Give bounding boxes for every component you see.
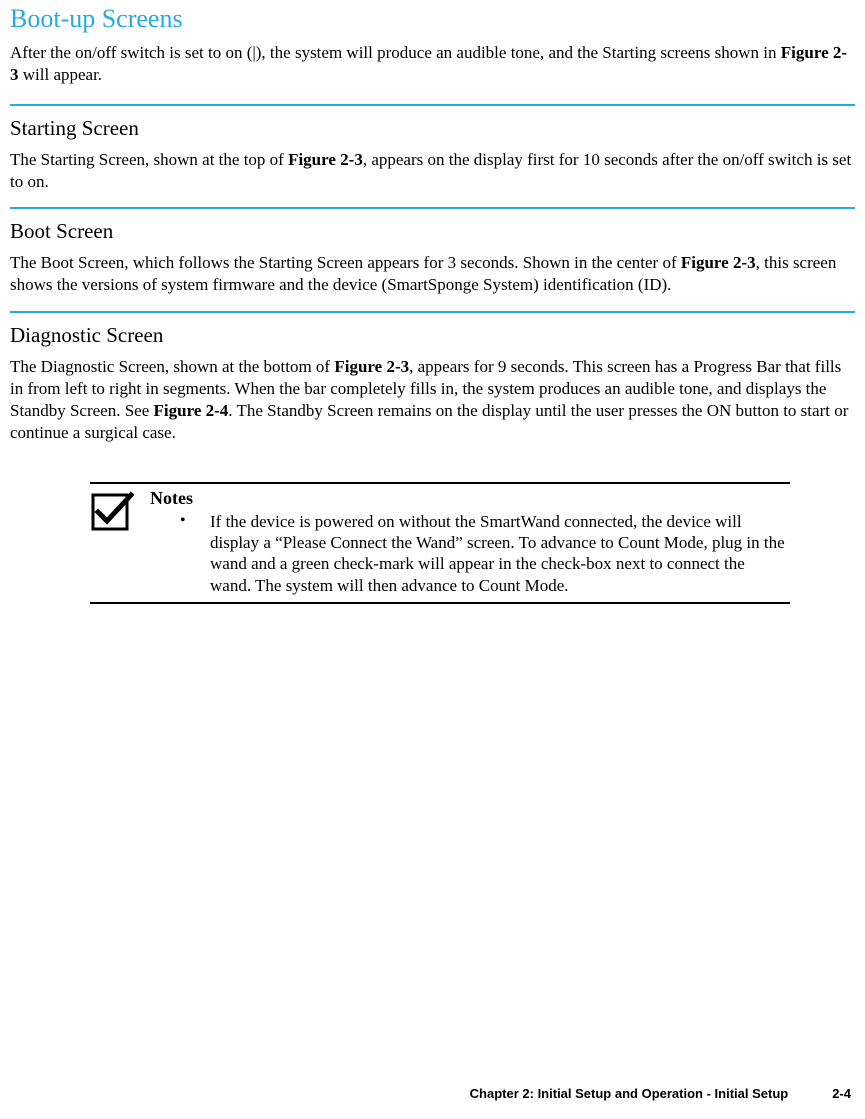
section-divider bbox=[10, 311, 855, 313]
section-divider bbox=[10, 104, 855, 106]
section-body-boot: The Boot Screen, which follows the Start… bbox=[10, 252, 855, 296]
notes-block: Notes • If the device is powered on with… bbox=[90, 482, 790, 604]
s1-fig-ref: Figure 2-3 bbox=[288, 150, 363, 169]
checkbox-checked-icon bbox=[90, 488, 150, 539]
bullet-icon: • bbox=[180, 511, 210, 596]
s3-fig-ref-2: Figure 2-4 bbox=[154, 401, 229, 420]
page-footer: Chapter 2: Initial Setup and Operation -… bbox=[470, 1086, 851, 1101]
intro-text-2: will appear. bbox=[19, 65, 103, 84]
section-body-diagnostic: The Diagnostic Screen, shown at the bott… bbox=[10, 356, 855, 444]
note-content: Notes • If the device is powered on with… bbox=[150, 488, 790, 596]
s3-text-1: The Diagnostic Screen, shown at the bott… bbox=[10, 357, 334, 376]
section-heading-diagnostic: Diagnostic Screen bbox=[10, 323, 855, 348]
section-heading-boot: Boot Screen bbox=[10, 219, 855, 244]
s2-fig-ref: Figure 2-3 bbox=[681, 253, 756, 272]
intro-paragraph: After the on/off switch is set to on (|)… bbox=[10, 42, 855, 86]
intro-text-1: After the on/off switch is set to on (|)… bbox=[10, 43, 781, 62]
note-bullet-item: • If the device is powered on without th… bbox=[180, 511, 790, 596]
section-divider bbox=[10, 207, 855, 209]
s2-text-1: The Boot Screen, which follows the Start… bbox=[10, 253, 681, 272]
footer-chapter: Chapter 2: Initial Setup and Operation -… bbox=[470, 1086, 789, 1101]
note-title: Notes bbox=[150, 488, 790, 509]
note-row: Notes • If the device is powered on with… bbox=[90, 484, 790, 596]
footer-page-number: 2-4 bbox=[832, 1086, 851, 1101]
section-body-starting: The Starting Screen, shown at the top of… bbox=[10, 149, 855, 193]
s1-text-1: The Starting Screen, shown at the top of bbox=[10, 150, 288, 169]
s3-fig-ref-1: Figure 2-3 bbox=[334, 357, 409, 376]
note-text: If the device is powered on without the … bbox=[210, 511, 790, 596]
note-rule-bottom bbox=[90, 602, 790, 604]
document-page: Boot-up Screens After the on/off switch … bbox=[0, 0, 865, 1119]
page-title: Boot-up Screens bbox=[10, 0, 855, 34]
section-heading-starting: Starting Screen bbox=[10, 116, 855, 141]
